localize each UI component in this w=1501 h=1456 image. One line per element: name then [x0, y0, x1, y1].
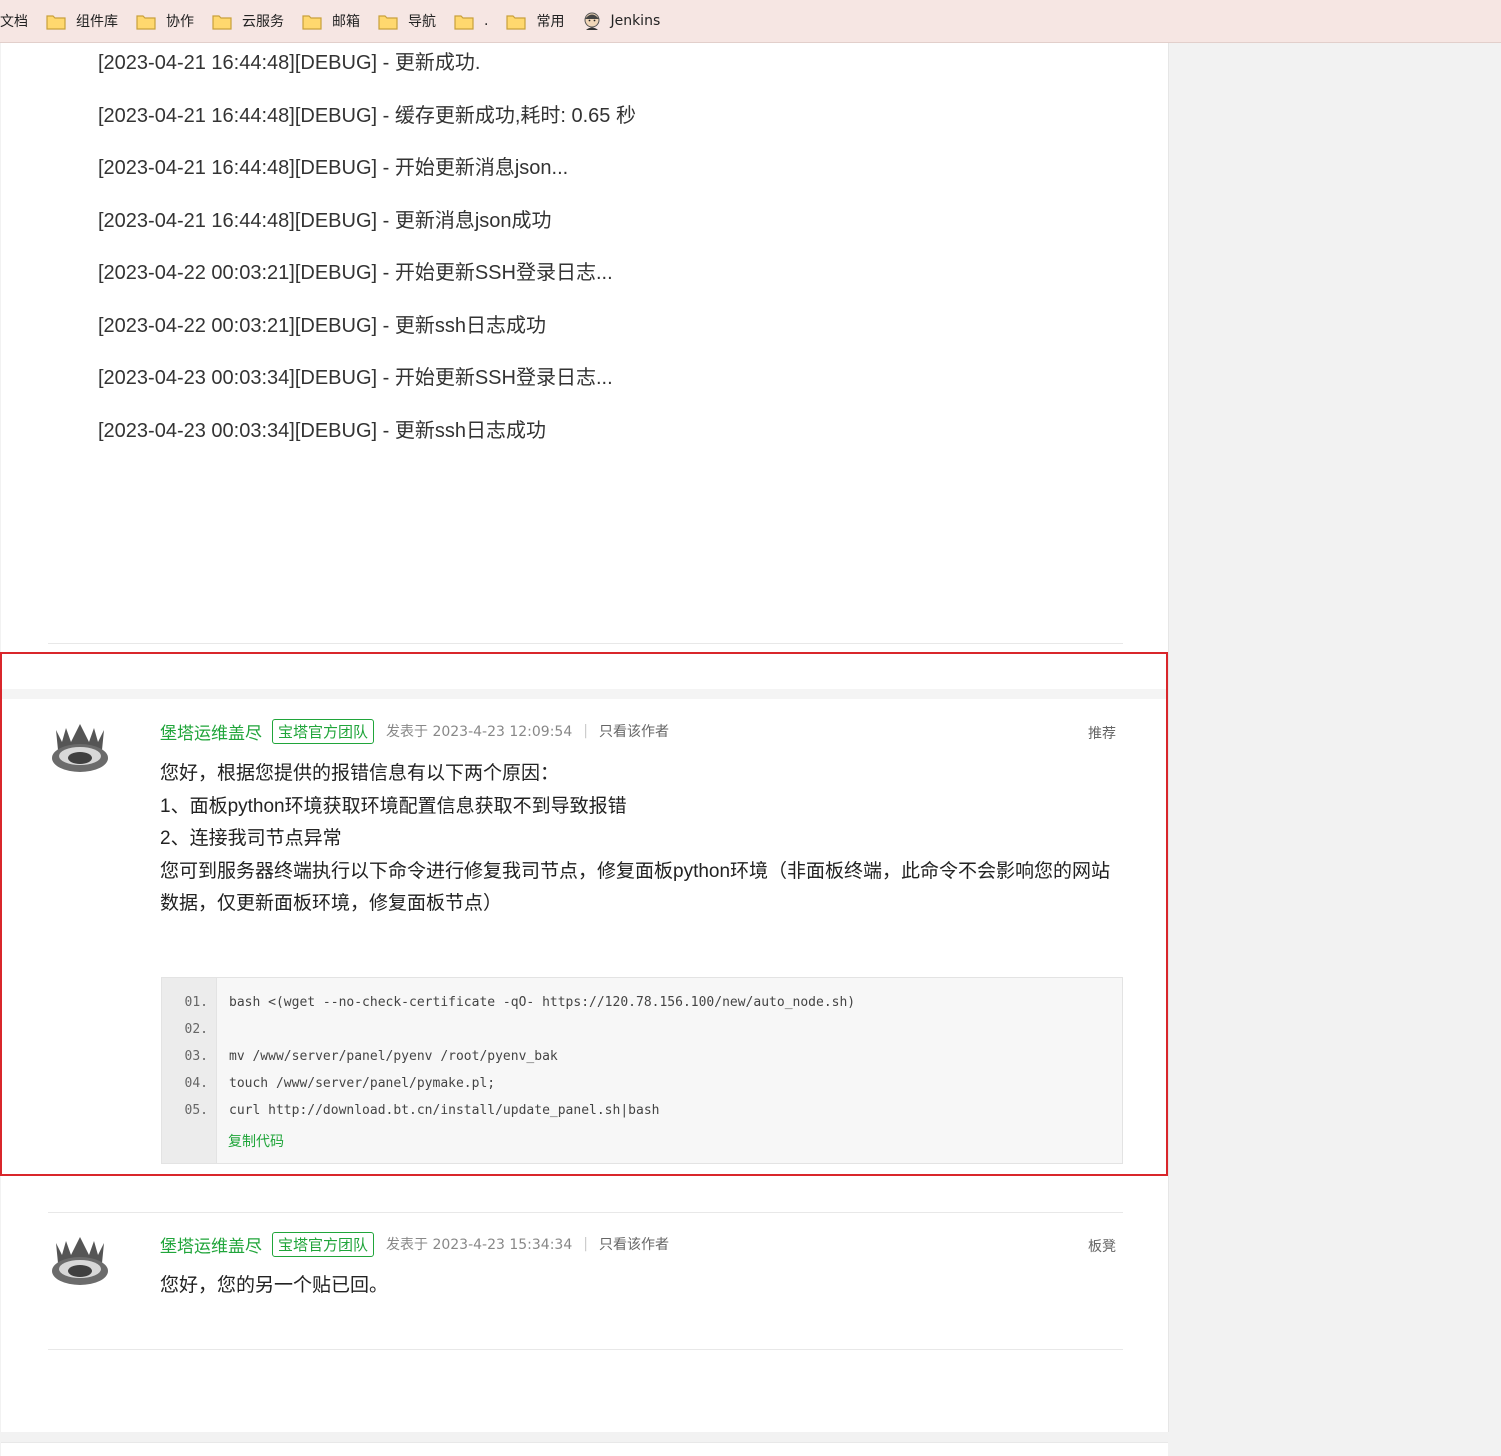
avatar — [52, 724, 108, 772]
bookmark-folder-collab[interactable]: 协作 — [136, 0, 194, 42]
log-line: [2023-04-23 00:03:34][DEBUG] - 更新ssh日志成功 — [98, 420, 546, 442]
bookmark-label: 导航 — [408, 14, 436, 30]
bookmark-label: 云服务 — [242, 14, 284, 30]
log-line: [2023-04-22 00:03:21][DEBUG] - 开始更新SSH登录… — [98, 262, 613, 284]
folder-icon — [454, 14, 474, 30]
log-line: [2023-04-21 16:44:48][DEBUG] - 缓存更新成功,耗时… — [98, 105, 636, 127]
code-line: curl http://download.bt.cn/install/updat… — [229, 1103, 660, 1118]
post-time: 发表于 2023-4-23 15:34:34 — [386, 1237, 573, 1253]
header-divider: | — [583, 723, 588, 739]
bookmark-label: 邮箱 — [332, 14, 360, 30]
jenkins-icon — [584, 12, 600, 30]
official-team-badge: 宝塔官方团队 — [272, 1231, 375, 1257]
folder-icon — [212, 14, 232, 30]
bookmark-folder-components[interactable]: 组件库 — [46, 0, 118, 42]
folder-icon — [46, 14, 66, 30]
bookmark-folder-dot[interactable]: . — [454, 0, 489, 42]
log-line: [2023-04-21 16:44:48][DEBUG] - 更新成功. — [98, 52, 481, 74]
code-line: bash <(wget --no-check-certificate -qO- … — [229, 995, 856, 1010]
floor-label[interactable]: 板凳 — [1088, 1236, 1116, 1256]
bookmark-label: Jenkins — [610, 13, 661, 29]
log-line: [2023-04-21 16:44:48][DEBUG] - 更新消息json成… — [98, 210, 552, 232]
post-body: 您好，您的另一个贴已回。 — [160, 1270, 1125, 1303]
bookmark-label: . — [484, 13, 489, 29]
post-paragraph: 您好，您的另一个贴已回。 — [160, 1275, 389, 1296]
folder-icon — [302, 14, 322, 30]
code-gutter: 01. 02. 03. 04. 05. — [162, 978, 217, 1163]
post-paragraph: 2、连接我司节点异常 — [160, 828, 342, 849]
line-number: 04. — [184, 1076, 208, 1091]
folder-icon — [378, 14, 398, 30]
only-author-link[interactable]: 只看该作者 — [599, 1234, 669, 1254]
avatar — [52, 1237, 108, 1285]
line-number: 03. — [184, 1049, 208, 1064]
next-section-edge — [1, 1442, 1168, 1456]
code-block: 01. 02. 03. 04. 05. bash <(wget --no-che… — [161, 977, 1123, 1164]
folder-icon — [506, 14, 527, 30]
post-header: 堡塔运维盖尽 宝塔官方团队 发表于 2023-4-23 12:09:54 | 只… — [160, 718, 669, 744]
post-paragraph: 您可到服务器终端执行以下命令进行修复我司节点，修复面板python环境（非面板终… — [160, 860, 1111, 915]
log-line: [2023-04-21 16:44:48][DEBUG] - 开始更新消息jso… — [98, 157, 569, 179]
bookmark-folder-mail[interactable]: 邮箱 — [302, 0, 360, 42]
author-name[interactable]: 堡塔运维盖尽 — [160, 719, 262, 744]
line-number: 01. — [184, 995, 208, 1010]
post-time: 发表于 2023-4-23 12:09:54 — [386, 724, 573, 740]
thread-panel: [2023-04-21 16:44:48][DEBUG] - 更新成功. [20… — [1, 43, 1169, 1432]
bookmark-jenkins[interactable]: Jenkins — [582, 0, 661, 42]
floor-label[interactable]: 推荐 — [1088, 723, 1116, 743]
post-separator — [48, 1349, 1123, 1350]
bookmark-docs[interactable]: 文档 — [0, 0, 28, 42]
bookmark-label: 协作 — [166, 14, 194, 30]
only-author-link[interactable]: 只看该作者 — [599, 721, 669, 741]
code-line: mv /www/server/panel/pyenv /root/pyenv_b… — [229, 1049, 558, 1064]
bookmark-folder-common[interactable]: 常用 — [506, 0, 565, 42]
post-separator — [48, 1212, 1123, 1213]
post-body: 您好，根据您提供的报错信息有以下两个原因： 1、面板python环境获取环境配置… — [160, 758, 1125, 921]
post-separator — [48, 643, 1123, 644]
line-number: 02. — [184, 1022, 208, 1037]
log-line: [2023-04-22 00:03:21][DEBUG] - 更新ssh日志成功 — [98, 315, 546, 337]
bookmark-folder-nav[interactable]: 导航 — [378, 0, 436, 42]
official-team-badge: 宝塔官方团队 — [272, 718, 375, 744]
log-line: [2023-04-23 00:03:34][DEBUG] - 开始更新SSH登录… — [98, 367, 613, 389]
copy-code-button[interactable]: 复制代码 — [228, 1131, 284, 1151]
folder-icon — [136, 14, 156, 30]
post-paragraph: 您好，根据您提供的报错信息有以下两个原因： — [160, 763, 560, 784]
post-paragraph: 1、面板python环境获取环境配置信息获取不到导致报错 — [160, 795, 627, 817]
bookmark-label: 组件库 — [76, 14, 118, 30]
bookmarks-bar: 文档 组件库 协作 云服务 邮箱 导航 . 常用 Jenkins — [0, 0, 1501, 43]
bookmark-label: 常用 — [536, 14, 565, 30]
header-divider: | — [583, 1236, 588, 1252]
line-number: 05. — [184, 1103, 208, 1118]
author-name[interactable]: 堡塔运维盖尽 — [160, 1232, 262, 1257]
post-gap — [1, 689, 1168, 699]
post-header: 堡塔运维盖尽 宝塔官方团队 发表于 2023-4-23 15:34:34 | 只… — [160, 1231, 669, 1257]
bookmark-label: 文档 — [0, 14, 28, 30]
bookmark-folder-cloud[interactable]: 云服务 — [212, 0, 284, 42]
code-line: touch /www/server/panel/pymake.pl; — [229, 1076, 496, 1091]
